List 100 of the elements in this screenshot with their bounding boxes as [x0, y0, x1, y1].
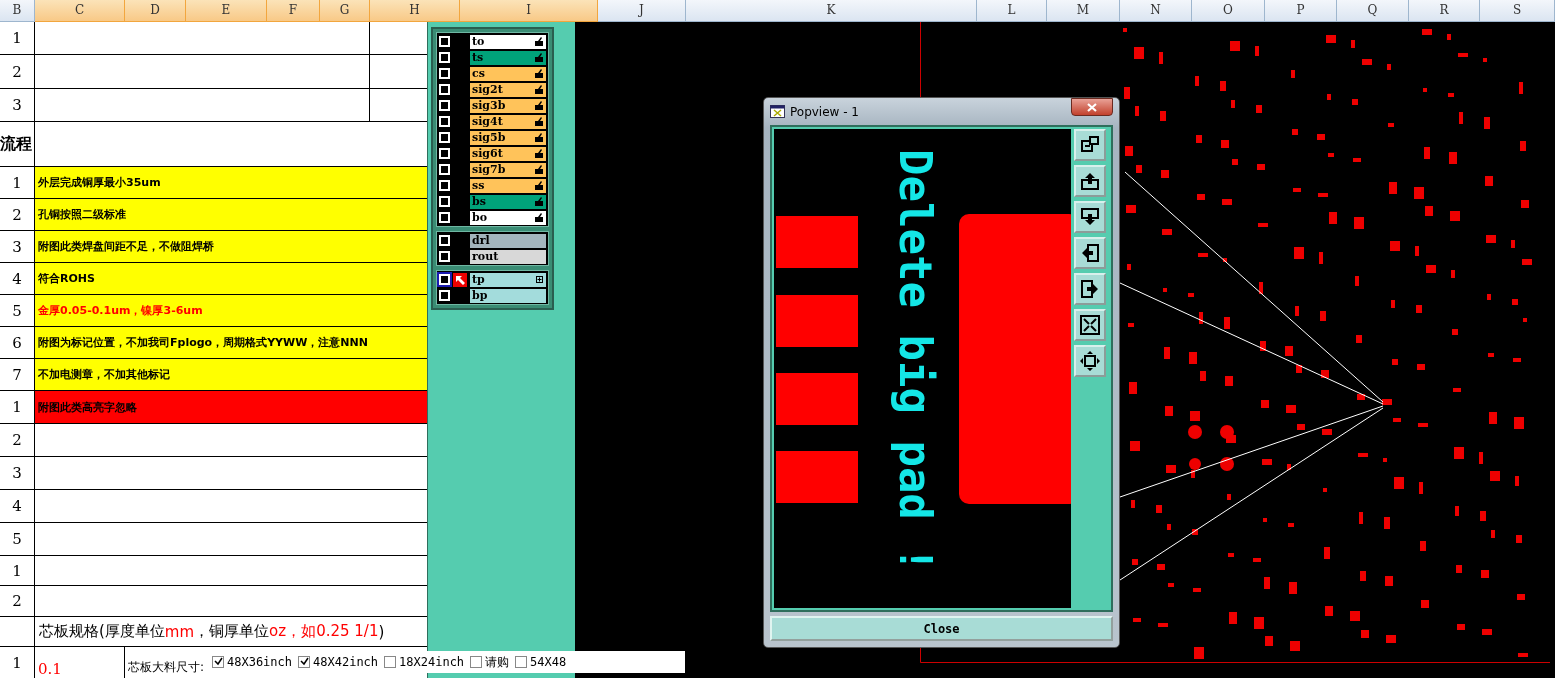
table-cell: 附图此类焊盘间距不足，不做阻焊桥: [35, 231, 427, 262]
layer-checkbox[interactable]: [439, 164, 450, 175]
column-header[interactable]: L: [977, 0, 1047, 22]
column-header[interactable]: Q: [1337, 0, 1409, 22]
column-header[interactable]: B: [0, 0, 35, 22]
table-cell: 金厚0.05-0.1um，镍厚3-6um: [35, 295, 427, 326]
layer-item[interactable]: bp: [470, 288, 546, 303]
layer-item[interactable]: to: [470, 34, 546, 49]
checkbox-label: 54X48: [530, 655, 567, 669]
row-header: 1: [0, 556, 35, 585]
column-header[interactable]: G: [320, 0, 370, 22]
close-button[interactable]: Close: [770, 616, 1113, 641]
column-header[interactable]: H: [370, 0, 460, 22]
layer-checkbox[interactable]: [439, 52, 450, 63]
toolbar-button[interactable]: [1074, 201, 1106, 233]
checkbox[interactable]: [212, 656, 224, 668]
shrink-icon: [1079, 314, 1101, 336]
layer-item[interactable]: ss: [470, 178, 546, 193]
row-header: 1: [0, 22, 35, 54]
row-header: 流程: [0, 122, 35, 166]
row-header: 2: [0, 55, 35, 88]
layer-item[interactable]: ts: [470, 50, 546, 65]
table-cell: 附图此类高亮字忽略: [35, 391, 427, 423]
column-header[interactable]: M: [1047, 0, 1120, 22]
layer-item[interactable]: sig5b: [470, 130, 546, 145]
table-cell: 符合ROHS: [35, 263, 427, 294]
toolbar-button[interactable]: [1074, 165, 1106, 197]
column-header[interactable]: K: [686, 0, 977, 22]
column-header[interactable]: C: [35, 0, 125, 22]
layer-checkbox[interactable]: [439, 235, 450, 246]
layer-checkbox[interactable]: [439, 212, 450, 223]
row-header: 3: [0, 457, 35, 489]
layer-item[interactable]: rout: [470, 249, 546, 264]
layer-item[interactable]: cs: [470, 66, 546, 81]
layer-checkbox[interactable]: [439, 274, 450, 285]
layer-checkbox[interactable]: [439, 68, 450, 79]
layer-checkbox[interactable]: [439, 251, 450, 262]
layer-item[interactable]: sig7b: [470, 162, 546, 177]
checkbox[interactable]: [298, 656, 311, 668]
toolbar-button[interactable]: [1074, 129, 1106, 161]
column-header[interactable]: N: [1120, 0, 1192, 22]
column-header[interactable]: D: [125, 0, 186, 22]
layer-checkbox[interactable]: [439, 100, 450, 111]
layer-item[interactable]: tp: [470, 272, 546, 287]
column-header[interactable]: P: [1265, 0, 1337, 22]
layer-item[interactable]: sig6t: [470, 146, 546, 161]
row-header: 1: [0, 647, 35, 678]
toolbar-button[interactable]: [1074, 309, 1106, 341]
checkbox[interactable]: [470, 656, 483, 668]
column-header[interactable]: J: [598, 0, 686, 22]
close-icon: [1087, 102, 1097, 112]
layer-checkbox[interactable]: [439, 180, 450, 191]
column-header[interactable]: R: [1409, 0, 1480, 22]
layer-item[interactable]: drl: [470, 233, 546, 248]
toolbar-button[interactable]: [1074, 273, 1106, 305]
column-header[interactable]: F: [267, 0, 320, 22]
layer-item[interactable]: bs: [470, 194, 546, 209]
column-header[interactable]: S: [1480, 0, 1555, 22]
column-header[interactable]: O: [1192, 0, 1265, 22]
layer-checkbox[interactable]: [439, 132, 450, 143]
checkbox-label: 48X36inch: [227, 655, 293, 669]
checkbox[interactable]: [384, 656, 397, 668]
checkbox-label: 18X24inch: [399, 655, 465, 669]
table-cell: 不加电测章，不加其他标记: [35, 359, 427, 390]
layer-checkbox[interactable]: [439, 116, 450, 127]
table-cell: 孔铜按照二级标准: [35, 199, 427, 230]
section-title: 芯板规格(厚度单位mm，铜厚单位oz，如0.25 1/1): [38, 621, 386, 643]
table-cell: 外层完成铜厚最小35um: [35, 167, 427, 198]
column-header[interactable]: E: [186, 0, 267, 22]
row-header: 2: [0, 586, 35, 616]
layer-checkbox[interactable]: [439, 196, 450, 207]
window-icon: [770, 105, 785, 118]
close-button[interactable]: [1071, 98, 1113, 116]
table-cell: 附图为标记位置，不加我司Fplogo，周期格式YYWW，注意NNN: [35, 327, 427, 358]
layer-item[interactable]: sig4t: [470, 114, 546, 129]
right-arrow-icon: [1079, 278, 1101, 300]
layer-checkbox[interactable]: [439, 36, 450, 47]
up-arrow-icon: [1079, 170, 1101, 192]
table-cell: 0.1: [35, 647, 125, 678]
column-header[interactable]: I: [460, 0, 598, 22]
layer-item[interactable]: sig3b: [470, 98, 546, 113]
layer-checkbox[interactable]: [439, 84, 450, 95]
layer-checkbox[interactable]: [439, 148, 450, 159]
window-title: Popview - 1: [790, 104, 859, 119]
preview-message: Delete big pad !: [890, 149, 941, 573]
row-header: 4: [0, 490, 35, 522]
checkbox[interactable]: [515, 656, 528, 668]
expand-icon[interactable]: [536, 276, 543, 283]
toolbar-button[interactable]: [1074, 237, 1106, 269]
layer-checkbox[interactable]: [439, 290, 450, 301]
row-header: 3: [0, 89, 35, 121]
checkbox-label: 48X42inch: [313, 655, 379, 669]
expand-icon: [1079, 350, 1101, 372]
field-label: 芯板大料尺寸:: [127, 659, 205, 676]
layer-item[interactable]: bo: [470, 210, 546, 225]
row-header: 2: [0, 424, 35, 456]
checkbox-label: 请购: [485, 653, 510, 671]
row-header: 5: [0, 523, 35, 555]
toolbar-button[interactable]: [1074, 345, 1106, 377]
layer-item[interactable]: sig2t: [470, 82, 546, 97]
